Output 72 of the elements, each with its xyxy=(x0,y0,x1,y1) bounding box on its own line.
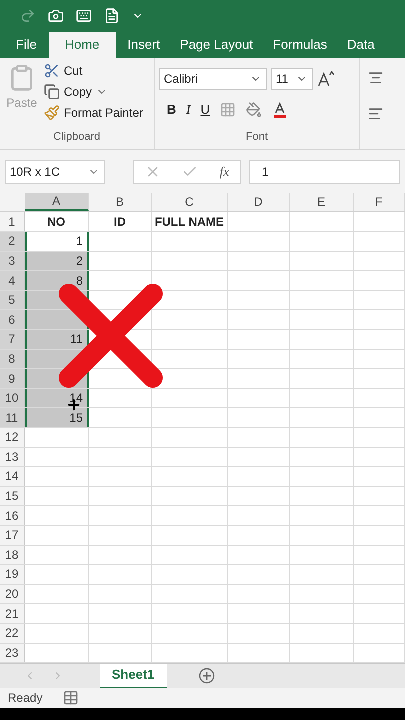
row-header[interactable]: 15 xyxy=(0,486,25,506)
name-box[interactable]: 10R x 1C xyxy=(5,160,105,184)
copy-button[interactable]: Copy xyxy=(44,82,144,101)
bold-button[interactable]: B xyxy=(167,100,176,120)
table-cell[interactable]: ID xyxy=(89,212,152,232)
ribbon-tab[interactable]: Data xyxy=(339,32,383,58)
ribbon-tab[interactable]: Formulas xyxy=(265,32,336,58)
row-header[interactable]: 1 xyxy=(0,212,25,232)
sheet-tab[interactable]: Sheet1 xyxy=(100,664,167,689)
column-header[interactable]: E xyxy=(290,193,354,212)
fill-color-icon[interactable] xyxy=(246,102,262,118)
table-cell[interactable]: NO xyxy=(25,212,89,232)
column-header[interactable]: B xyxy=(89,193,152,212)
copy-icon xyxy=(44,84,60,100)
row-header[interactable]: 7 xyxy=(0,330,25,349)
formula-field[interactable]: 1 xyxy=(249,160,400,184)
selected-cell[interactable]: 8 xyxy=(25,271,89,290)
status-text: Ready xyxy=(8,690,43,708)
underline-button[interactable]: U xyxy=(200,100,210,120)
format-painter-button[interactable]: Format Painter xyxy=(44,104,144,122)
redo-icon[interactable] xyxy=(20,8,36,24)
font-color-icon[interactable] xyxy=(272,102,288,118)
row-header[interactable]: 11 xyxy=(0,408,25,427)
group-label: Font xyxy=(246,130,268,146)
camera-icon[interactable] xyxy=(48,8,64,24)
column-header[interactable]: D xyxy=(228,193,290,212)
row-header[interactable]: 2 xyxy=(0,232,25,251)
active-cell[interactable]: 1 xyxy=(25,232,89,251)
scissors-icon xyxy=(44,62,60,79)
row-header[interactable]: 8 xyxy=(0,350,25,368)
group-label: Clipboard xyxy=(53,130,101,146)
column-header[interactable]: C xyxy=(152,193,228,212)
column-header[interactable]: A xyxy=(25,193,89,212)
cut-button[interactable]: Cut xyxy=(44,62,144,80)
add-sheet-icon[interactable] xyxy=(198,668,215,684)
selected-cell[interactable]: 15 xyxy=(25,408,89,427)
row-header[interactable]: 22 xyxy=(0,624,25,643)
grow-font-icon[interactable] xyxy=(317,70,335,87)
row-header[interactable]: 4 xyxy=(0,271,25,290)
table-cell[interactable]: FULL NAME xyxy=(152,212,228,232)
font-size-dropdown[interactable]: 11 xyxy=(271,68,313,90)
align-top-icon[interactable] xyxy=(368,70,384,86)
row-header[interactable]: 21 xyxy=(0,604,25,623)
row-header[interactable]: 9 xyxy=(0,369,25,388)
selected-cell[interactable]: 11 xyxy=(25,330,89,349)
ribbon-tab[interactable]: Page Layout xyxy=(172,32,262,58)
ribbon-tab[interactable]: File xyxy=(8,32,45,58)
font-name-dropdown[interactable]: Calibri xyxy=(159,68,267,90)
column-header[interactable]: F xyxy=(354,193,405,212)
ribbon-tab[interactable]: Insert xyxy=(120,32,168,58)
row-header[interactable]: 10 xyxy=(0,388,25,408)
row-header[interactable]: 16 xyxy=(0,506,25,525)
row-header[interactable]: 3 xyxy=(0,252,25,270)
row-header[interactable]: 19 xyxy=(0,565,25,584)
form-icon[interactable] xyxy=(76,8,92,24)
row-header[interactable]: 23 xyxy=(0,644,25,662)
paintbrush-icon xyxy=(44,104,60,121)
insert-function-label[interactable]: fx xyxy=(220,162,230,182)
macro-record-icon[interactable] xyxy=(62,690,79,706)
document-icon[interactable] xyxy=(104,8,120,24)
row-header[interactable]: 5 xyxy=(0,290,25,310)
row-header[interactable]: 6 xyxy=(0,310,25,330)
row-header[interactable]: 12 xyxy=(0,428,25,447)
row-header[interactable]: 14 xyxy=(0,467,25,486)
align-left-icon[interactable] xyxy=(368,106,384,122)
row-header[interactable]: 18 xyxy=(0,546,25,564)
row-header[interactable]: 13 xyxy=(0,448,25,466)
selected-cell[interactable]: 2 xyxy=(25,252,89,270)
row-header[interactable]: 17 xyxy=(0,526,25,545)
ribbon-tab[interactable]: Home xyxy=(48,32,116,58)
italic-button[interactable]: I xyxy=(186,100,191,120)
row-header[interactable]: 20 xyxy=(0,584,25,604)
